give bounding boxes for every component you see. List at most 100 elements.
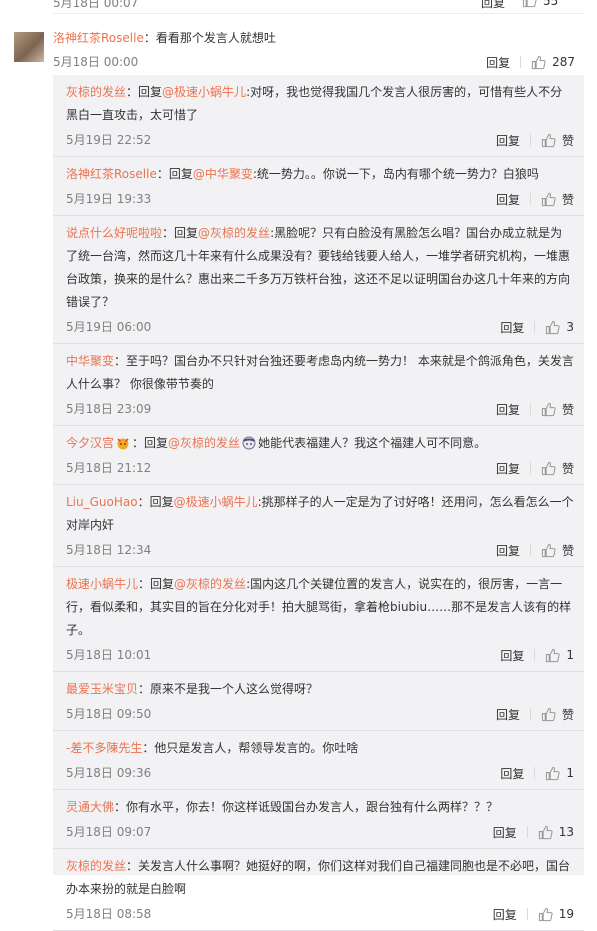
reply-time: 5月19日 22:52 bbox=[66, 133, 152, 147]
username-link[interactable]: 洛神红茶Roselle bbox=[66, 167, 157, 181]
like-count: 19 bbox=[558, 907, 574, 921]
reply-button[interactable]: 回复 bbox=[493, 824, 517, 841]
like-count: 赞 bbox=[561, 192, 574, 207]
reply-text: 灵通大佛：你有水平，你去！你这样诋毁国台办发言人，跟台独有什么两样？？？ bbox=[66, 796, 574, 819]
reply-body: 关发言人什么事啊？她挺好的啊，你们这样对我们自己福建同胞也是不必吧，国台办本来扮… bbox=[66, 859, 571, 896]
reply-actions: 回复 3 bbox=[500, 318, 574, 336]
thumbs-up-icon bbox=[538, 907, 553, 921]
reply-footer: 5月18日 10:01 回复 1 bbox=[66, 646, 574, 664]
mention-link[interactable]: @灰椋的发丝 bbox=[174, 577, 246, 591]
reply-button[interactable]: 回复 bbox=[496, 460, 520, 477]
reply-actions: 回复 赞 bbox=[496, 459, 574, 477]
username-link[interactable]: -差不多陳先生 bbox=[66, 741, 142, 755]
colon: ： bbox=[126, 85, 139, 99]
username-link[interactable]: 灰椋的发丝 bbox=[66, 85, 126, 99]
reply-button[interactable]: 回复 bbox=[486, 54, 510, 71]
username-link[interactable]: 最爱玉米宝贝 bbox=[66, 682, 138, 696]
reply-text: 极速小蜗牛儿：回复@灰椋的发丝:国内这几个关键位置的发言人，说实在的，很厉害，一… bbox=[66, 573, 574, 642]
thumbs-up-icon bbox=[546, 766, 560, 780]
like-button[interactable]: 287 bbox=[520, 55, 575, 69]
username-link[interactable]: 今夕汉宫 bbox=[66, 436, 114, 450]
like-button[interactable]: 赞 bbox=[529, 192, 574, 207]
reply-button[interactable]: 回复 bbox=[496, 542, 520, 559]
reply-footer: 5月18日 08:58 回复 19 bbox=[66, 905, 574, 923]
like-button[interactable]: 赞 bbox=[529, 543, 574, 558]
reply-button[interactable]: 回复 bbox=[496, 706, 520, 723]
reply-actions: 回复 1 bbox=[500, 764, 574, 782]
reply-footer: 5月19日 19:33 回复 赞 bbox=[66, 190, 574, 208]
thumbs-up-icon bbox=[541, 461, 556, 475]
thumbs-up-icon bbox=[531, 55, 546, 69]
reply-footer: 5月19日 22:52 回复 赞 bbox=[66, 131, 574, 149]
reply-button[interactable]: 回复 bbox=[500, 765, 524, 782]
like-button[interactable]: 赞 bbox=[529, 402, 574, 417]
like-button[interactable]: 赞 bbox=[529, 707, 574, 722]
reply-button[interactable]: 回复 bbox=[500, 319, 524, 336]
divider bbox=[53, 13, 585, 14]
reply-body: 至于吗？国台办不只针对台独还要考虑岛内统一势力！ 本来就是个鸽派角色，关发言人什… bbox=[66, 354, 574, 391]
username-link[interactable]: 说点什么好呢啦啦 bbox=[66, 226, 162, 240]
mention-link[interactable]: @灰椋的发丝 bbox=[198, 226, 270, 240]
like-button[interactable]: 19 bbox=[526, 907, 574, 921]
reply-time: 5月19日 06:00 bbox=[66, 320, 152, 334]
like-count: 赞 bbox=[561, 543, 574, 558]
reply-actions: 回复 赞 bbox=[496, 190, 574, 208]
reply-text: 中华聚变：至于吗？国台办不只针对台独还要考虑岛内统一势力！ 本来就是个鸽派角色，… bbox=[66, 350, 574, 396]
reply-button[interactable]: 回复 bbox=[493, 906, 517, 923]
thumbs-up-icon bbox=[538, 825, 553, 839]
username-link[interactable]: 极速小蜗牛儿 bbox=[66, 577, 138, 591]
reply-button[interactable]: 回复 bbox=[496, 191, 520, 208]
like-button[interactable]: 赞 bbox=[529, 133, 574, 148]
colon: ： bbox=[138, 682, 151, 696]
reply-footer: 5月18日 09:36 回复 1 bbox=[66, 764, 574, 782]
like-button[interactable]: 赞 bbox=[529, 461, 574, 476]
previous-comment-footer: 5月18日 00:07 回复 55 bbox=[0, 0, 597, 14]
like-count: 1 bbox=[566, 648, 574, 662]
like-button[interactable]: 1 bbox=[534, 648, 574, 662]
like-button[interactable]: 3 bbox=[534, 320, 574, 334]
thumbs-up-icon bbox=[546, 320, 560, 334]
username-link[interactable]: 灰椋的发丝 bbox=[66, 859, 126, 873]
like-button[interactable]: 1 bbox=[534, 766, 574, 780]
username-link[interactable]: 灵通大佛 bbox=[66, 800, 114, 814]
reply-body: :统一势力。。你说一下，岛内有哪个统一势力？白狼吗 bbox=[252, 167, 539, 181]
thumbs-up-icon bbox=[541, 707, 556, 721]
mention-link[interactable]: @极速小蜗牛儿 bbox=[162, 85, 246, 99]
reply-body: 她能代表福建人？我这个福建人可不同意。 bbox=[258, 436, 487, 450]
mention-link[interactable]: @中华聚变 bbox=[193, 167, 253, 181]
reply-button[interactable]: 回复 bbox=[500, 647, 524, 664]
like-count: 55 bbox=[543, 0, 559, 8]
username-link[interactable]: 洛神红茶Roselle bbox=[53, 31, 144, 45]
reply-footer: 5月18日 23:09 回复 赞 bbox=[66, 400, 574, 418]
like-button[interactable]: 13 bbox=[526, 825, 574, 839]
reply-prefix: 回复 bbox=[144, 436, 169, 450]
username-link[interactable]: 中华聚变 bbox=[66, 354, 114, 368]
reply-item: Liu_GuoHao：回复@极速小蜗牛儿:挑那样子的人一定是为了讨好咯！还用问，… bbox=[53, 485, 584, 567]
reply-text: 今夕汉宫 ：回复@灰椋的发丝 她能代表福建人？我这个福建人可不同意。 bbox=[66, 432, 574, 455]
like-button[interactable]: 55 bbox=[522, 0, 558, 8]
reply-button[interactable]: 回复 bbox=[496, 401, 520, 418]
colon: ： bbox=[142, 741, 155, 755]
reply-time: 5月18日 12:34 bbox=[66, 543, 152, 557]
mention-link[interactable]: @灰椋的发丝 bbox=[168, 436, 240, 450]
avatar[interactable] bbox=[14, 32, 44, 62]
reply-item: 灰椋的发丝：关发言人什么事啊？她挺好的啊，你们这样对我们自己福建同胞也是不必吧，… bbox=[53, 849, 584, 931]
reply-prefix: 回复 bbox=[149, 495, 174, 509]
reply-prefix: 回复 bbox=[168, 167, 193, 181]
reply-time: 5月18日 09:36 bbox=[66, 766, 152, 780]
reply-actions: 回复 19 bbox=[493, 905, 574, 923]
reply-prefix: 回复 bbox=[150, 577, 175, 591]
reply-actions: 回复 赞 bbox=[496, 541, 574, 559]
comment-text: 洛神红茶Roselle：看看那个发言人就想吐 bbox=[53, 29, 276, 47]
reply-time: 5月18日 21:12 bbox=[66, 461, 152, 475]
badge-icon bbox=[114, 436, 132, 450]
reply-button[interactable]: 回复 bbox=[481, 0, 505, 11]
mention-link[interactable]: @极速小蜗牛儿 bbox=[174, 495, 258, 509]
username-link[interactable]: Liu_GuoHao bbox=[66, 495, 138, 509]
reply-button[interactable]: 回复 bbox=[496, 132, 520, 149]
reply-time: 5月18日 10:01 bbox=[66, 648, 152, 662]
face-emoji-icon bbox=[240, 436, 258, 450]
reply-item: 说点什么好呢啦啦：回复@灰椋的发丝:黑脸呢？只有白脸没有黑脸怎么唱？国台办成立就… bbox=[53, 216, 584, 344]
like-count: 赞 bbox=[561, 707, 574, 722]
reply-text: 最爱玉米宝贝：原来不是我一个人这么觉得呀？ bbox=[66, 678, 574, 701]
